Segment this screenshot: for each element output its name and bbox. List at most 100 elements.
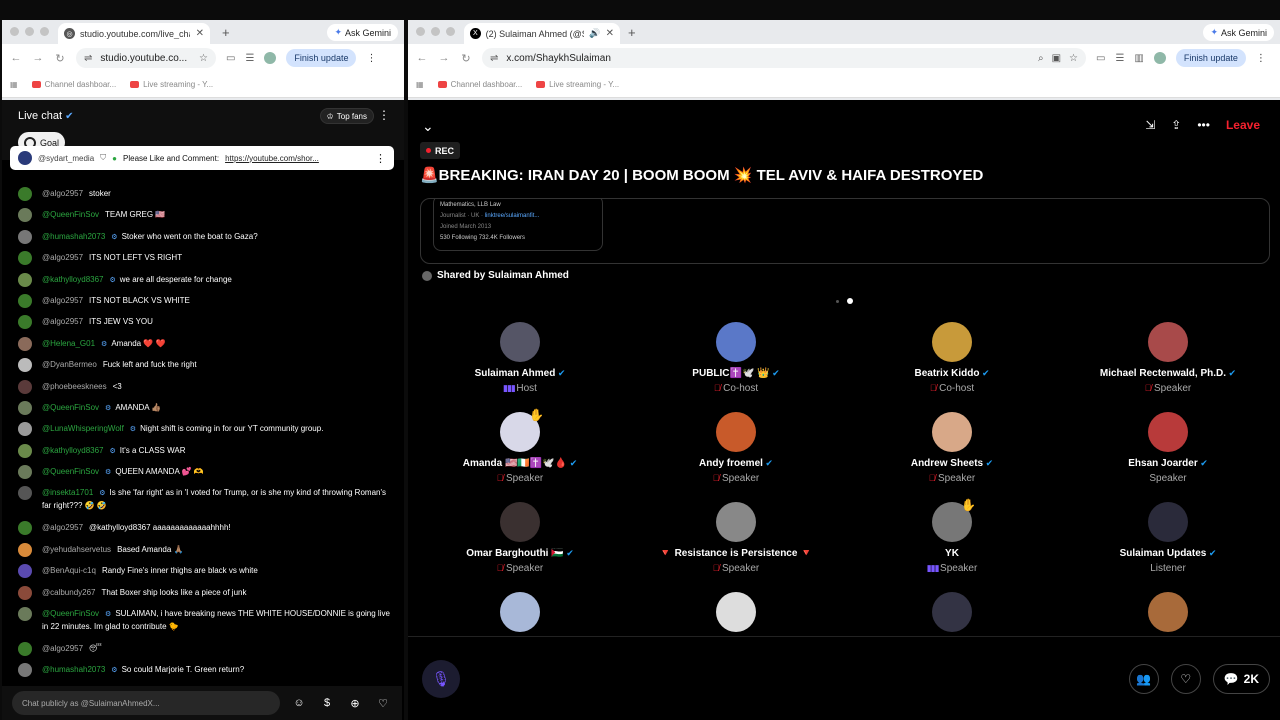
- add-icon[interactable]: ⊕: [346, 694, 364, 712]
- avatar[interactable]: [18, 251, 32, 266]
- pinned-menu-icon[interactable]: ⋮: [375, 152, 386, 165]
- chat-message[interactable]: @QueenFinSov ⚙ QUEEN AMANDA 💕 🫶: [2, 465, 402, 487]
- participant[interactable]: Andrew Sheets ✔ 🎙̸ Speaker: [844, 406, 1060, 496]
- pinned-link[interactable]: https://youtube.com/shor...: [225, 154, 319, 163]
- speaker-icon[interactable]: 🔊: [589, 28, 600, 39]
- message-author[interactable]: @QueenFinSov: [42, 609, 99, 618]
- chat-message[interactable]: @algo2957 😴: [2, 642, 402, 664]
- leave-button[interactable]: Leave: [1226, 118, 1260, 132]
- star-icon[interactable]: ☆: [199, 53, 208, 64]
- avatar[interactable]: [1148, 412, 1188, 452]
- chat-message[interactable]: @LunaWhisperingWolf ⚙ Night shift is comin…: [2, 422, 402, 444]
- avatar[interactable]: [18, 663, 32, 678]
- close-icon[interactable]: ✕: [606, 28, 614, 39]
- window-controls[interactable]: [416, 27, 455, 36]
- chat-message[interactable]: @algo2957 stoker: [2, 187, 402, 209]
- avatar[interactable]: [18, 208, 32, 223]
- microphone-icon[interactable]: 🎙: [422, 660, 460, 698]
- people-icon[interactable]: 👥: [1128, 664, 1159, 694]
- message-author[interactable]: @algo2957: [42, 644, 83, 653]
- site-info-icon[interactable]: ⇌: [490, 53, 498, 64]
- chat-message[interactable]: @kathylloyd8367 ⚙ we are all desperate for…: [2, 272, 402, 295]
- avatar[interactable]: [18, 358, 32, 373]
- chat-message[interactable]: @QueenFinSov ⚙ AMANDA 👍🏽: [2, 400, 402, 423]
- chat-message[interactable]: @calbundy267 That Boxer ship looks like a…: [2, 585, 402, 608]
- chat-message[interactable]: @kathylloyd8367 ⚙ It's a CLASS WAR: [2, 443, 402, 466]
- tab-x-profile[interactable]: X (2) Sulaiman Ahmed (@S 🔊 ✕: [464, 23, 620, 44]
- chat-message[interactable]: @insekta1701 ⚙ Is she 'far right' as in 'I…: [2, 486, 402, 522]
- message-author[interactable]: @insekta1701: [42, 488, 93, 497]
- ask-gemini-button[interactable]: ✦ Ask Gemini: [1203, 24, 1274, 41]
- avatar[interactable]: [18, 465, 32, 480]
- avatar[interactable]: [18, 187, 32, 201]
- bookmark-live-streaming[interactable]: Live streaming - Y...: [130, 80, 213, 89]
- message-author[interactable]: @algo2957: [42, 189, 83, 198]
- chat-message[interactable]: @algo2957 ITS JEW VS YOU: [2, 315, 402, 337]
- ask-gemini-button[interactable]: ✦ Ask Gemini: [327, 24, 398, 41]
- tab-search-icon[interactable]: ▭: [226, 53, 235, 64]
- comments-button[interactable]: 💬 2K: [1212, 664, 1270, 694]
- participant[interactable]: Ehsan Joarder ✔ Speaker: [1060, 406, 1276, 496]
- reading-list-icon[interactable]: ☰: [1115, 53, 1124, 64]
- top-fans-button[interactable]: ♔ Top fans: [319, 108, 374, 124]
- avatar[interactable]: [18, 607, 32, 622]
- chat-message[interactable]: @QueenFinSov ⚙ SULAIMAN, i have breaking n…: [2, 607, 402, 643]
- forward-icon[interactable]: →: [32, 52, 44, 64]
- message-author[interactable]: @kathylloyd8367: [42, 446, 104, 455]
- participant[interactable]: Sulaiman Ahmed ✔ ▮▮▮ Host: [412, 316, 628, 406]
- avatar[interactable]: [500, 502, 540, 542]
- emoji-icon[interactable]: ☺: [290, 694, 308, 712]
- message-author[interactable]: @algo2957: [42, 253, 83, 262]
- participant[interactable]: PUBLIC✝️🕊️ 👑 ✔ 🎙̸ Co-host: [628, 316, 844, 406]
- message-author[interactable]: @yehudahservetus: [42, 545, 111, 554]
- window-controls[interactable]: [10, 27, 49, 36]
- new-tab-icon[interactable]: +: [222, 25, 230, 40]
- avatar[interactable]: [716, 412, 756, 452]
- bookmark-channel-dashboard[interactable]: Channel dashboar...: [31, 80, 116, 89]
- address-bar[interactable]: ⇌ x.com/ShaykhSulaiman ⌕ ▣ ☆: [482, 48, 1086, 68]
- reload-icon[interactable]: ↻: [460, 52, 472, 65]
- avatar[interactable]: [1148, 322, 1188, 362]
- avatar[interactable]: [18, 422, 32, 437]
- message-author[interactable]: @QueenFinSov: [42, 210, 99, 219]
- message-author[interactable]: @kathylloyd8367: [42, 275, 104, 284]
- pinned-message[interactable]: @sydart_media ⛉ ● Please Like and Commen…: [10, 146, 394, 170]
- sidebar-icon[interactable]: ▥: [1134, 53, 1143, 64]
- cast-icon[interactable]: ▣: [1052, 53, 1061, 64]
- chat-message[interactable]: @algo2957 ITS NOT LEFT VS RIGHT: [2, 251, 402, 273]
- message-author[interactable]: @BenAqui-c1q: [42, 566, 96, 575]
- avatar[interactable]: [18, 229, 32, 244]
- participant[interactable]: ✋ YK ▮▮▮ Speaker: [844, 496, 1060, 586]
- chat-message[interactable]: @yehudahservetus Based Amanda 🙏🏽: [2, 542, 402, 565]
- chat-input[interactable]: Chat publicly as @SulaimanAhmedX...: [12, 691, 280, 715]
- participant[interactable]: Beatrix Kiddo ✔ 🎙̸ Co-host: [844, 316, 1060, 406]
- message-author[interactable]: @LunaWhisperingWolf: [42, 424, 124, 433]
- heart-icon[interactable]: ♡: [374, 694, 392, 712]
- carousel-pager[interactable]: [836, 298, 853, 304]
- chat-message[interactable]: @BenAqui-c1q Randy Fine's inner thighs ar…: [2, 564, 402, 586]
- avatar[interactable]: [18, 542, 32, 557]
- tab-search-icon[interactable]: ▭: [1096, 53, 1105, 64]
- chat-message[interactable]: @QueenFinSov TEAM GREG 🇺🇸: [2, 208, 402, 230]
- participant[interactable]: 🔻 Resistance is Persistence 🔻 🎙̸ Speaker: [628, 496, 844, 586]
- bookmark-live-streaming[interactable]: Live streaming - Y...: [536, 80, 619, 89]
- share-icon[interactable]: ⇪: [1171, 118, 1181, 132]
- chat-message[interactable]: @Helena_G01 ⚙ Amanda ❤️ ❤️: [2, 336, 402, 359]
- chat-message[interactable]: @DyanBermeo Fuck left and fuck the right: [2, 358, 402, 380]
- avatar[interactable]: [716, 322, 756, 362]
- message-author[interactable]: @algo2957: [42, 296, 83, 305]
- avatar[interactable]: [18, 379, 32, 394]
- shared-post-embed[interactable]: Mathematics, LLB Law Journalist · UK · l…: [420, 198, 1270, 264]
- star-icon[interactable]: ☆: [1069, 53, 1078, 64]
- more-icon[interactable]: ⋮: [1256, 53, 1266, 64]
- message-author[interactable]: @algo2957: [42, 523, 83, 532]
- avatar[interactable]: [716, 502, 756, 542]
- site-info-icon[interactable]: ⇌: [84, 53, 92, 64]
- message-author[interactable]: @QueenFinSov: [42, 403, 99, 412]
- message-author[interactable]: @humashah2073: [42, 665, 105, 674]
- avatar[interactable]: [18, 272, 32, 287]
- avatar[interactable]: [18, 443, 32, 458]
- avatar[interactable]: ✋: [932, 498, 976, 542]
- participant[interactable]: ✋ Amanda 🇺🇸🇮🇪✝️🕊️🩸 ✔ 🎙̸ Speaker: [412, 406, 628, 496]
- avatar[interactable]: [18, 336, 32, 351]
